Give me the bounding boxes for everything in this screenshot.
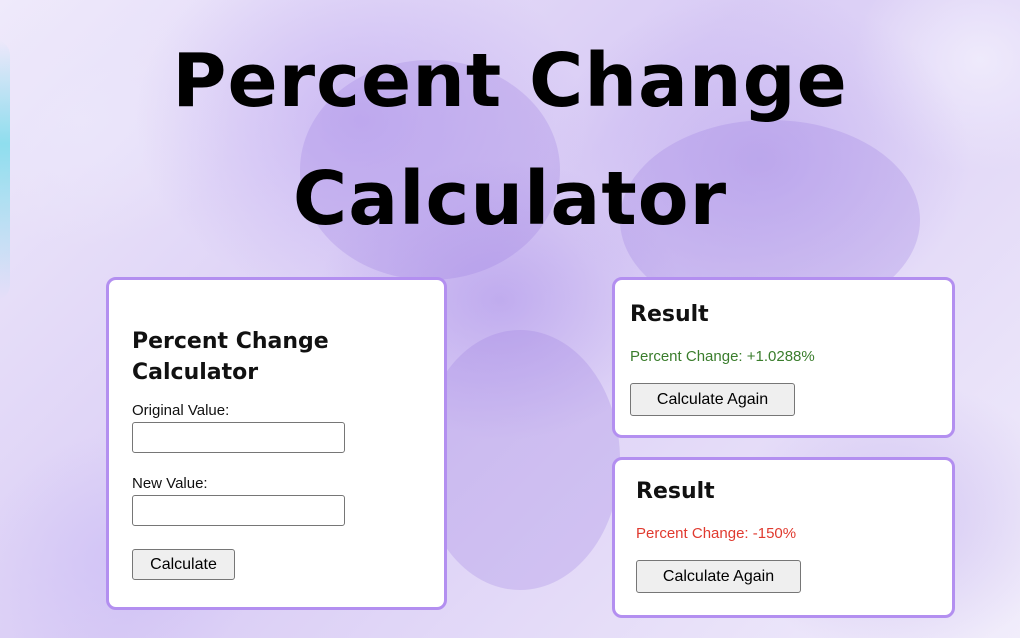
calculator-heading: Percent Change Calculator	[132, 329, 329, 385]
result-heading: Result	[630, 302, 709, 327]
calculator-card: Percent Change Calculator Original Value…	[106, 277, 447, 610]
page-title: Percent Change Calculator	[172, 38, 848, 242]
result-heading: Result	[636, 479, 715, 504]
background-blob	[420, 330, 620, 590]
original-value-label: Original Value:	[132, 402, 230, 419]
calculate-button[interactable]: Calculate	[132, 549, 235, 580]
new-value-input[interactable]	[132, 495, 345, 526]
calculate-again-button[interactable]: Calculate Again	[636, 560, 801, 593]
result-text: Percent Change: -150%	[636, 525, 797, 542]
new-value-label: New Value:	[132, 475, 208, 492]
result-card-positive: Result Percent Change: +1.0288% Calculat…	[612, 277, 955, 438]
result-text: Percent Change: +1.0288%	[630, 348, 815, 365]
result-card-negative: Result Percent Change: -150% Calculate A…	[612, 457, 955, 618]
calculate-again-button[interactable]: Calculate Again	[630, 383, 795, 416]
original-value-input[interactable]	[132, 422, 345, 453]
